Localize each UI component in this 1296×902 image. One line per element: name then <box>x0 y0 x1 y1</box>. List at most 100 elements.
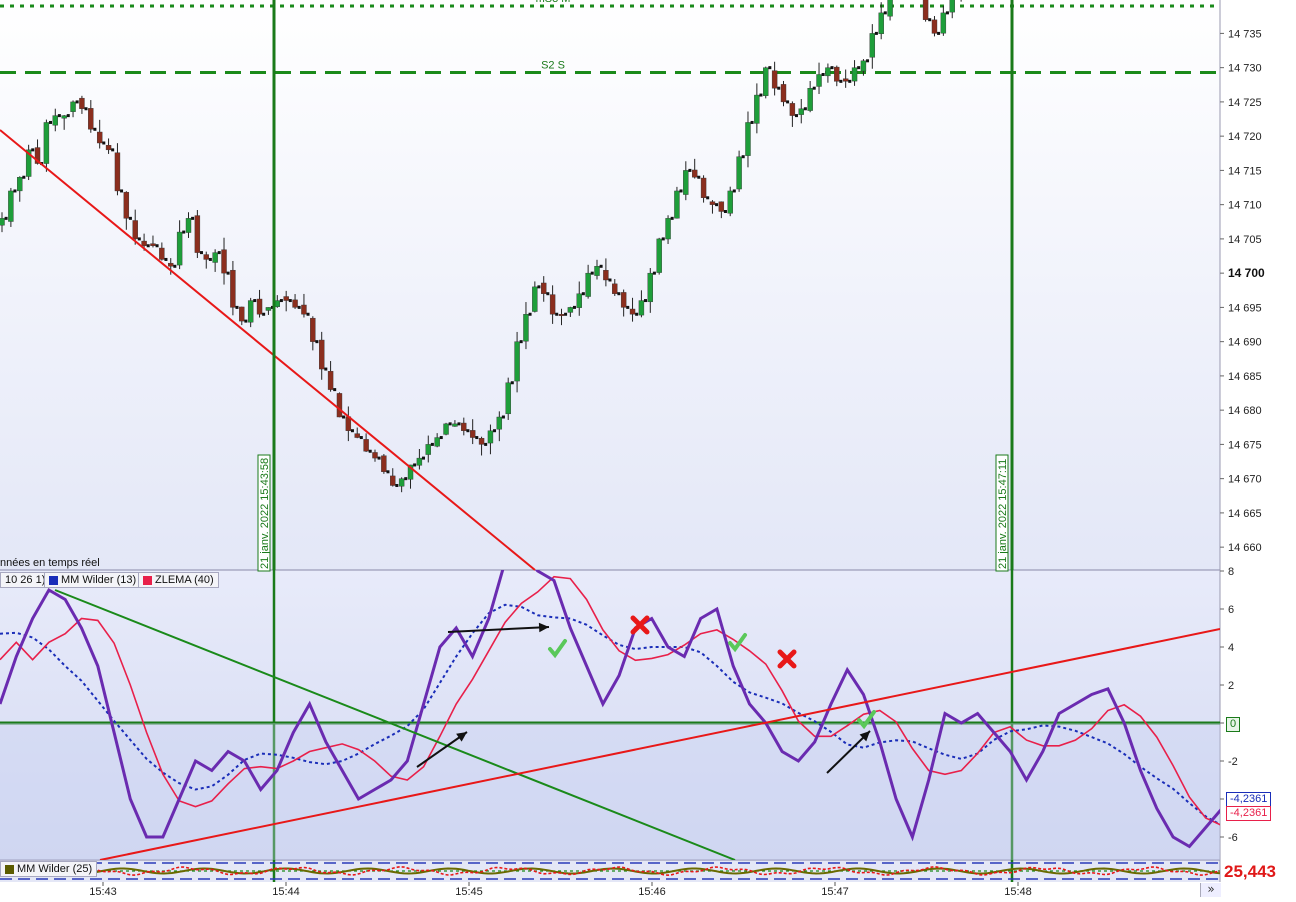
candle-close-dot <box>484 442 488 446</box>
price-tick-label: 14 705 <box>1228 234 1262 246</box>
candle-body <box>461 422 467 431</box>
candle-close-dot <box>830 66 834 70</box>
candle-close-dot <box>173 264 177 268</box>
candle-body <box>691 169 698 178</box>
candle-close-dot <box>599 264 603 268</box>
price-tick-label: 14 690 <box>1228 337 1262 349</box>
candle-close-dot <box>137 237 141 241</box>
candle-body <box>469 430 476 438</box>
candle-close-dot <box>857 66 861 70</box>
candle-close-dot <box>395 484 399 487</box>
candle-body <box>327 371 334 390</box>
candle-body <box>931 19 938 34</box>
candle-close-dot <box>306 312 310 316</box>
candle-close-dot <box>635 312 639 316</box>
candle-body <box>514 341 520 382</box>
candle-close-dot <box>4 216 8 220</box>
candle-body <box>79 97 85 109</box>
candle-body <box>381 455 387 473</box>
candle-close-dot <box>368 449 372 453</box>
price-tick-label: 14 725 <box>1228 97 1262 109</box>
candle-close-dot <box>235 305 239 309</box>
candle-close-dot <box>555 312 559 316</box>
candle-close-dot <box>937 31 941 35</box>
candle-body <box>478 437 485 445</box>
candle-body <box>274 300 281 307</box>
candle-body <box>194 215 201 253</box>
candle-body <box>132 220 138 240</box>
candle-close-dot <box>324 367 328 371</box>
candle-close-dot <box>49 120 53 124</box>
candle-close-dot <box>945 11 949 15</box>
candle-body <box>665 218 671 240</box>
candle-body <box>745 122 751 156</box>
candle-close-dot <box>191 216 195 220</box>
candle-body <box>780 84 787 103</box>
price-tick-label: 14 680 <box>1228 405 1262 417</box>
candle-close-dot <box>608 278 612 282</box>
candle-close-dot <box>688 168 692 172</box>
candle-close-dot <box>439 436 443 440</box>
osc-value-red: -4,2361 <box>1226 806 1272 821</box>
candle-body <box>416 457 423 466</box>
osc-legend-2-label: ZLEMA (40) <box>155 574 214 586</box>
candle-close-dot <box>359 436 363 440</box>
scroll-right-button[interactable]: » <box>1200 883 1221 897</box>
candle-body <box>123 191 130 219</box>
osc-legend-zlema[interactable]: ZLEMA (40) <box>138 572 219 588</box>
candle-body <box>700 177 707 199</box>
candle-body <box>541 282 547 294</box>
candle-close-dot <box>448 422 452 426</box>
candle-body <box>940 12 947 34</box>
bottom-legend-label: MM Wilder (25) <box>17 863 93 875</box>
candle-close-dot <box>839 79 843 83</box>
candle-body <box>825 67 831 77</box>
candle-body <box>496 416 503 430</box>
time-tick-label: 15:47 <box>821 886 849 897</box>
candle-close-dot <box>652 271 656 275</box>
candle-body <box>96 131 103 144</box>
candle-close-dot <box>546 292 550 296</box>
osc-legend-0[interactable]: 10 26 1) <box>0 572 51 588</box>
candle-body <box>185 218 192 233</box>
time-tick-label: 15:44 <box>272 886 300 897</box>
candle-body <box>558 314 565 316</box>
candle-close-dot <box>155 244 159 248</box>
candle-close-dot <box>66 114 70 118</box>
candle-close-dot <box>244 319 248 323</box>
candle-close-dot <box>199 251 203 255</box>
candle-body <box>434 437 440 447</box>
candle-close-dot <box>279 299 283 303</box>
candle-body <box>860 60 867 72</box>
time-marker-label: 21 janv. 2022 15:43:58 <box>259 458 271 569</box>
candle-close-dot <box>528 312 532 316</box>
osc-tick-label: 4 <box>1228 642 1234 654</box>
candle-body <box>17 177 23 192</box>
level-label: mS3 M <box>536 0 571 5</box>
candle-body <box>807 87 813 111</box>
candle-body <box>398 478 405 487</box>
candle-close-dot <box>128 216 132 220</box>
osc-legend-wilder[interactable]: MM Wilder (13) <box>44 572 142 588</box>
candle-close-dot <box>111 148 115 152</box>
candle-body <box>851 67 858 82</box>
candle-close-dot <box>288 299 292 303</box>
candle-body <box>683 170 689 195</box>
legend-swatch-wilder <box>49 575 58 585</box>
price-tick-label: 14 660 <box>1228 542 1262 554</box>
candle-body <box>656 238 662 273</box>
candle-body <box>585 272 591 297</box>
candle-body <box>532 286 538 312</box>
candle-close-dot <box>626 305 630 309</box>
candle-body <box>878 12 884 35</box>
candle-close-dot <box>928 18 932 22</box>
candle-close-dot <box>253 299 257 303</box>
bottom-legend[interactable]: MM Wilder (25) <box>0 861 98 877</box>
candle-body <box>603 270 609 281</box>
candle-body <box>310 317 316 342</box>
candle-body <box>372 452 378 459</box>
status-text: nnées en temps réel <box>0 557 100 569</box>
candle-body <box>620 292 627 308</box>
candle-body <box>647 272 653 303</box>
candle-body <box>567 307 574 313</box>
